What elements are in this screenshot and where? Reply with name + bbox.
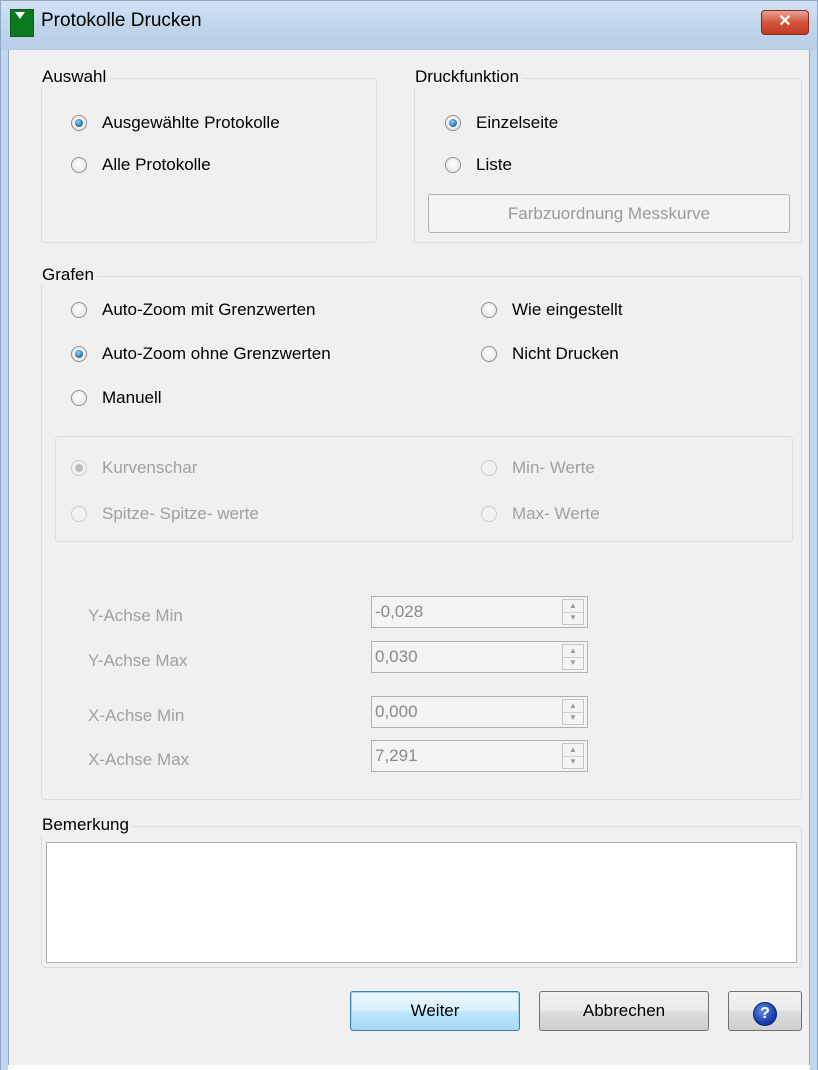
radio-min-werte[interactable]: Min- Werte (481, 458, 595, 478)
bemerkung-legend: Bemerkung (40, 815, 132, 835)
spin-down-icon[interactable]: ▼ (563, 756, 583, 768)
app-logo-icon (10, 9, 34, 37)
radio-label: Max- Werte (512, 504, 600, 523)
window-frame-left (0, 50, 8, 1070)
spinner-arrows[interactable]: ▲ ▼ (562, 743, 584, 769)
radio-label: Einzelseite (476, 113, 559, 132)
radio-auto-zoom-ohne-grenzwerten[interactable]: Auto-Zoom ohne Grenzwerten (71, 344, 331, 364)
title-bar[interactable]: Protokolle Drucken ✕ (0, 0, 818, 50)
x-achse-min-spinner[interactable]: 0,000 ▲ ▼ (371, 696, 588, 728)
spinner-value: 0,000 (375, 702, 418, 721)
radio-wie-eingestellt[interactable]: Wie eingestellt (481, 300, 623, 320)
radio-ausgewaehlte-protokolle[interactable]: Ausgewählte Protokolle (71, 113, 280, 133)
radio-selected-icon (71, 346, 87, 362)
radio-label: Spitze- Spitze- werte (102, 504, 259, 523)
radio-label: Manuell (102, 388, 162, 407)
radio-unselected-icon (71, 157, 87, 173)
close-button[interactable]: ✕ (761, 10, 809, 35)
radio-einzelseite[interactable]: Einzelseite (445, 113, 558, 133)
bemerkung-textarea[interactable] (46, 842, 797, 963)
help-icon: ? (753, 1001, 777, 1026)
radio-unselected-icon (481, 346, 497, 362)
radio-unselected-icon (481, 506, 497, 522)
window-frame-right (810, 50, 818, 1070)
druckfunktion-legend: Druckfunktion (413, 67, 522, 87)
radio-label: Alle Protokolle (102, 155, 211, 174)
window-title: Protokolle Drucken (41, 10, 202, 31)
x-achse-min-label: X-Achse Min (88, 706, 185, 725)
radio-selected-icon (71, 115, 87, 131)
spinner-arrows[interactable]: ▲ ▼ (562, 699, 584, 725)
radio-unselected-icon (481, 302, 497, 318)
radio-auto-zoom-mit-grenzwerten[interactable]: Auto-Zoom mit Grenzwerten (71, 300, 316, 320)
spin-down-icon[interactable]: ▼ (563, 612, 583, 624)
radio-unselected-icon (71, 390, 87, 406)
radio-label: Wie eingestellt (512, 300, 623, 319)
radio-unselected-icon (481, 460, 497, 476)
spin-down-icon[interactable]: ▼ (563, 712, 583, 724)
spinner-value: 0,030 (375, 647, 418, 666)
spin-down-icon[interactable]: ▼ (563, 657, 583, 669)
radio-nicht-drucken[interactable]: Nicht Drucken (481, 344, 619, 364)
grafen-legend: Grafen (40, 265, 97, 285)
radio-manuell[interactable]: Manuell (71, 388, 162, 408)
y-achse-min-spinner[interactable]: -0,028 ▲ ▼ (371, 596, 588, 628)
spinner-arrows[interactable]: ▲ ▼ (562, 644, 584, 670)
radio-max-werte[interactable]: Max- Werte (481, 504, 600, 524)
radio-selected-icon (445, 115, 461, 131)
radio-label: Liste (476, 155, 512, 174)
close-icon: ✕ (778, 13, 792, 30)
radio-unselected-icon (71, 302, 87, 318)
radio-spitze-spitze-werte[interactable]: Spitze- Spitze- werte (71, 504, 259, 524)
spinner-value: 7,291 (375, 746, 418, 765)
radio-liste[interactable]: Liste (445, 155, 512, 175)
abbrechen-button[interactable]: Abbrechen (539, 991, 709, 1031)
radio-label: Nicht Drucken (512, 344, 619, 363)
x-achse-max-label: X-Achse Max (88, 750, 190, 769)
weiter-button[interactable]: Weiter (350, 991, 520, 1031)
radio-unselected-icon (71, 506, 87, 522)
spinner-value: -0,028 (375, 602, 424, 621)
radio-selected-icon (71, 460, 87, 476)
radio-label: Ausgewählte Protokolle (102, 113, 280, 132)
y-achse-max-spinner[interactable]: 0,030 ▲ ▼ (371, 641, 588, 673)
radio-alle-protokolle[interactable]: Alle Protokolle (71, 155, 211, 175)
radio-label: Kurvenschar (102, 458, 198, 477)
radio-label: Auto-Zoom ohne Grenzwerten (102, 344, 331, 363)
dialog-client-area: Auswahl Ausgewählte Protokolle Alle Prot… (8, 50, 810, 1065)
farbzuordnung-messkurve-button[interactable]: Farbzuordnung Messkurve (428, 194, 790, 233)
y-achse-max-label: Y-Achse Max (88, 651, 188, 670)
x-achse-max-spinner[interactable]: 7,291 ▲ ▼ (371, 740, 588, 772)
radio-kurvenschar[interactable]: Kurvenschar (71, 458, 197, 478)
dialog-window: Protokolle Drucken ✕ Auswahl Ausgewählte… (0, 0, 818, 1070)
auswahl-legend: Auswahl (40, 67, 110, 87)
spinner-arrows[interactable]: ▲ ▼ (562, 599, 584, 625)
radio-label: Min- Werte (512, 458, 595, 477)
help-button[interactable]: ? (728, 991, 802, 1031)
y-achse-min-label: Y-Achse Min (88, 606, 183, 625)
radio-label: Auto-Zoom mit Grenzwerten (102, 300, 316, 319)
radio-unselected-icon (445, 157, 461, 173)
kurven-options-group (55, 436, 793, 542)
